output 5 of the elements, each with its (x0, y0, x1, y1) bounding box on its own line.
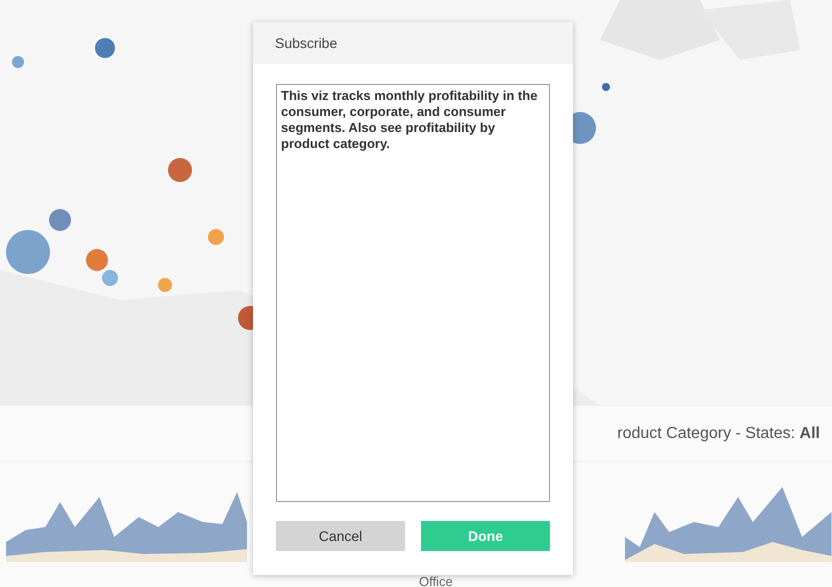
axis-label: Office (418, 574, 453, 587)
cancel-button[interactable]: Cancel (276, 521, 405, 551)
dashboard-title: roduct Category - States: All (617, 424, 820, 442)
dialog-title: Subscribe (275, 35, 338, 51)
message-field[interactable]: This viz tracks monthly profitability in the consumer, corporate, and consumer segments. Also see profitability by product category. (276, 84, 550, 502)
